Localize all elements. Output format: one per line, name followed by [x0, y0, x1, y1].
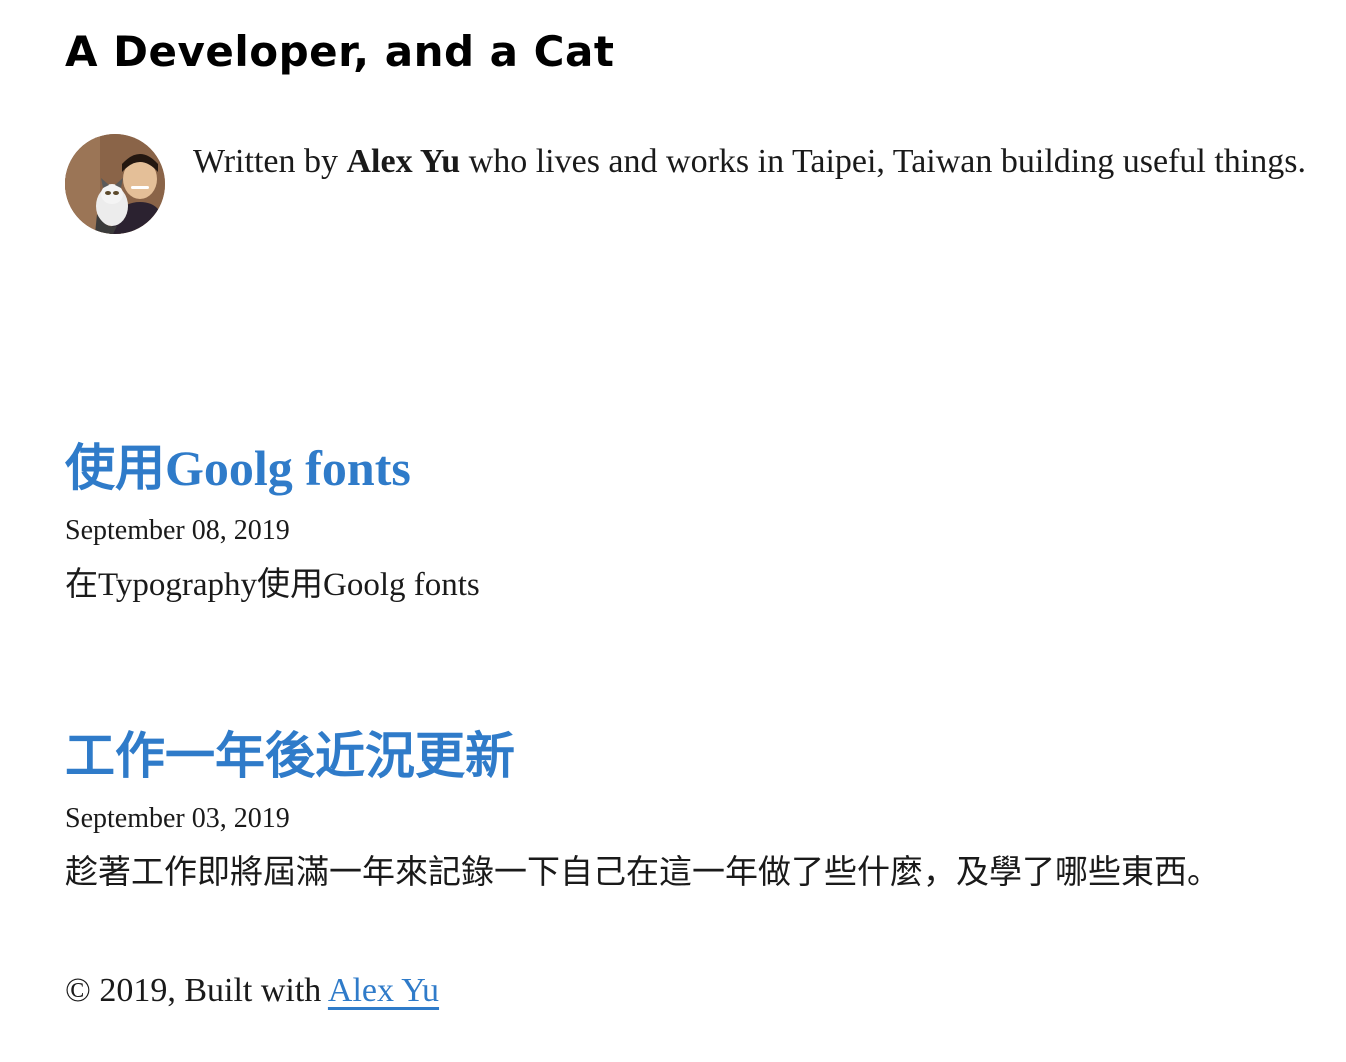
post-title-link[interactable]: 工作一年後近況更新 [65, 728, 515, 784]
author-bio: Written by Alex Yu who lives and works i… [65, 134, 1335, 234]
footer-author-link[interactable]: Alex Yu [328, 972, 439, 1009]
site-title[interactable]: A Developer, and a Cat [65, 24, 614, 80]
post-title: 工作一年後近況更新 [65, 725, 1335, 787]
post-excerpt: 趁著工作即將屆滿一年來記錄一下自己在這一年做了些什麼，及學了哪些東西。 [65, 855, 1220, 891]
bio-text: Written by Alex Yu who lives and works i… [193, 133, 1333, 190]
footer-text: © 2019, Built with [65, 972, 328, 1009]
post-date: September 03, 2019 [65, 803, 290, 834]
author-name: Alex Yu [346, 143, 461, 180]
post-date: September 08, 2019 [65, 515, 290, 546]
bio-prefix: Written by [193, 143, 347, 180]
post-excerpt: 在Typography使用Goolg fonts [65, 567, 480, 603]
bio-suffix: who lives and works in Taipei, Taiwan bu… [460, 143, 1306, 180]
post-item: 工作一年後近況更新 September 03, 2019 趁著工作即將屆滿一年來… [65, 725, 1335, 895]
post-title: 使用Goolg fonts [65, 437, 1335, 499]
avatar-photo-icon [65, 134, 165, 234]
site-footer: © 2019, Built with Alex Yu [65, 966, 439, 1016]
author-avatar [65, 134, 165, 234]
post-title-link[interactable]: 使用Goolg fonts [65, 440, 411, 496]
post-item: 使用Goolg fonts September 08, 2019 在Typogr… [65, 437, 1335, 607]
